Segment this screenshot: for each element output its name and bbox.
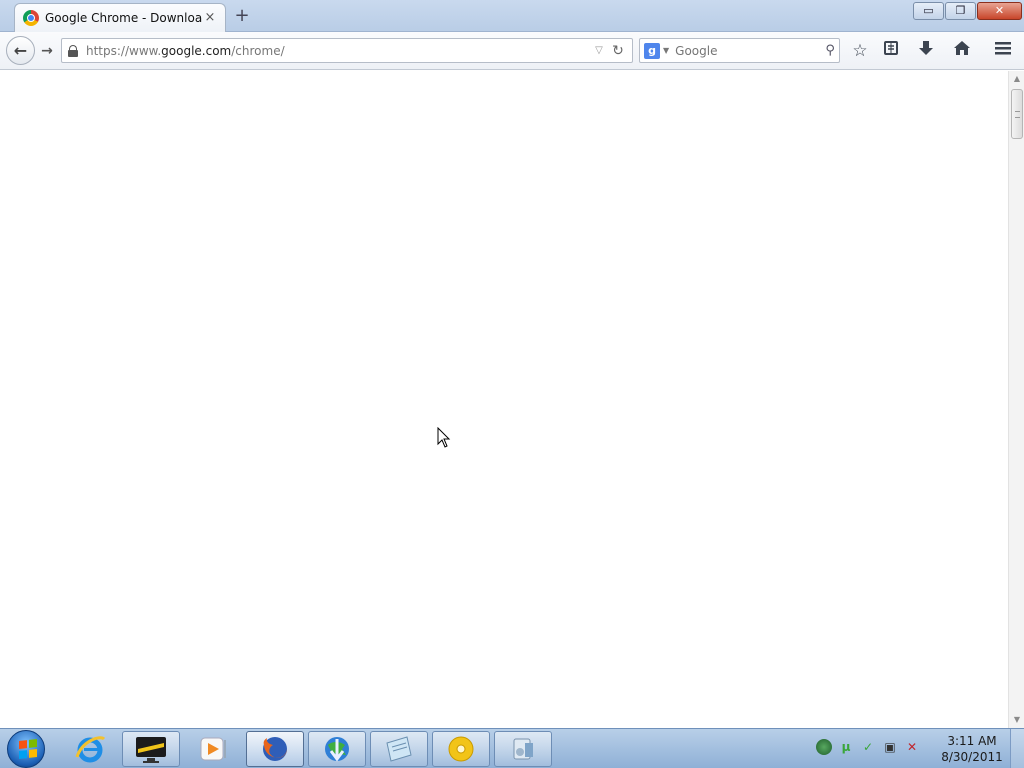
download-icon[interactable] — [914, 40, 938, 62]
url-path: /chrome/ — [231, 43, 285, 58]
tab-close-icon[interactable]: × — [203, 11, 217, 25]
show-desktop-button[interactable] — [1010, 729, 1024, 768]
taskbar-cd-disc-app[interactable] — [432, 731, 490, 767]
forward-button[interactable]: → — [36, 41, 58, 61]
scroll-thumb[interactable] — [1011, 89, 1023, 139]
chrome-favicon-icon — [23, 10, 39, 26]
google-engine-icon[interactable]: g — [644, 42, 660, 59]
taskbar-firefox[interactable] — [246, 731, 304, 767]
vertical-scrollbar[interactable]: ▲ ▼ — [1008, 71, 1024, 728]
monitor-app-icon — [136, 737, 166, 763]
clock[interactable]: 3:11 AM 8/30/2011 — [940, 733, 1004, 765]
search-input[interactable] — [675, 43, 826, 58]
reading-list-icon[interactable] — [879, 40, 903, 62]
utorrent-update-icon[interactable]: ✓ — [860, 739, 876, 755]
taskbar-internet-explorer[interactable] — [61, 731, 119, 767]
clock-time: 3:11 AM — [947, 734, 997, 748]
taskbar-control-panel-app[interactable] — [494, 731, 552, 767]
taskbar-monitor-app[interactable] — [122, 731, 180, 767]
download-manager-icon — [325, 737, 349, 762]
history-dropdown-icon[interactable]: ▽ — [592, 45, 606, 56]
system-tray: µ ✓ ▣ ✕ — [816, 739, 920, 755]
address-bar[interactable]: https://www.google.com/chrome/ ▽ ↻ — [61, 38, 633, 63]
back-button[interactable]: ← — [6, 36, 35, 65]
engine-dropdown-icon[interactable]: ▼ — [663, 46, 669, 55]
menu-icon[interactable] — [991, 40, 1015, 62]
windows-orb-icon — [7, 730, 45, 768]
tab-title: Google Chrome - Downloa... — [45, 11, 203, 25]
close-button[interactable]: ✕ — [977, 2, 1022, 20]
scroll-up-icon[interactable]: ▲ — [1009, 71, 1024, 87]
url-text[interactable]: https://www.google.com/chrome/ — [86, 44, 592, 58]
volume-muted-icon[interactable]: ✕ — [904, 739, 920, 755]
taskbar-notepad-app[interactable] — [370, 731, 428, 767]
clock-date: 8/30/2011 — [941, 750, 1003, 764]
window-controls: ▭ ❐ ✕ — [913, 2, 1022, 20]
star-icon[interactable]: ☆ — [848, 40, 872, 62]
url-prefix: https://www. — [86, 43, 162, 58]
mouse-cursor-icon — [437, 427, 451, 448]
media-player-icon — [200, 737, 226, 761]
new-tab-button[interactable]: + — [232, 6, 252, 26]
title-bar: Google Chrome - Downloa... × + ▭ ❐ ✕ — [0, 0, 1024, 32]
firefox-icon — [263, 737, 287, 761]
utorrent-icon[interactable]: µ — [838, 739, 854, 755]
windows-flag-icon — [19, 739, 37, 759]
search-magnifier-icon[interactable]: ⚲ — [825, 43, 835, 58]
control-panel-icon — [513, 738, 533, 760]
notepad-icon — [386, 736, 412, 762]
tab-google-chrome-download[interactable]: Google Chrome - Downloa... × — [14, 3, 226, 32]
minimize-button[interactable]: ▭ — [913, 2, 944, 20]
taskbar-media-player[interactable] — [184, 731, 242, 767]
search-bar[interactable]: g ▼ ⚲ — [639, 38, 840, 63]
lock-icon — [68, 44, 78, 57]
network-connection-icon[interactable]: ▣ — [882, 739, 898, 755]
scroll-down-icon[interactable]: ▼ — [1009, 712, 1024, 728]
navigation-toolbar: ← → https://www.google.com/chrome/ ▽ ↻ g… — [0, 32, 1024, 70]
home-icon[interactable] — [950, 40, 974, 62]
taskbar: µ ✓ ▣ ✕ 3:11 AM 8/30/2011 — [0, 728, 1024, 768]
network-globe-icon[interactable] — [816, 739, 832, 755]
page-content — [0, 71, 1008, 728]
start-button[interactable] — [4, 730, 48, 768]
taskbar-internet-download-manager[interactable] — [308, 731, 366, 767]
restore-button[interactable]: ❐ — [945, 2, 976, 20]
internet-explorer-icon — [75, 736, 106, 763]
reload-icon[interactable]: ↻ — [610, 43, 626, 59]
cd-disc-icon — [448, 736, 474, 762]
url-domain: google.com — [161, 43, 232, 58]
